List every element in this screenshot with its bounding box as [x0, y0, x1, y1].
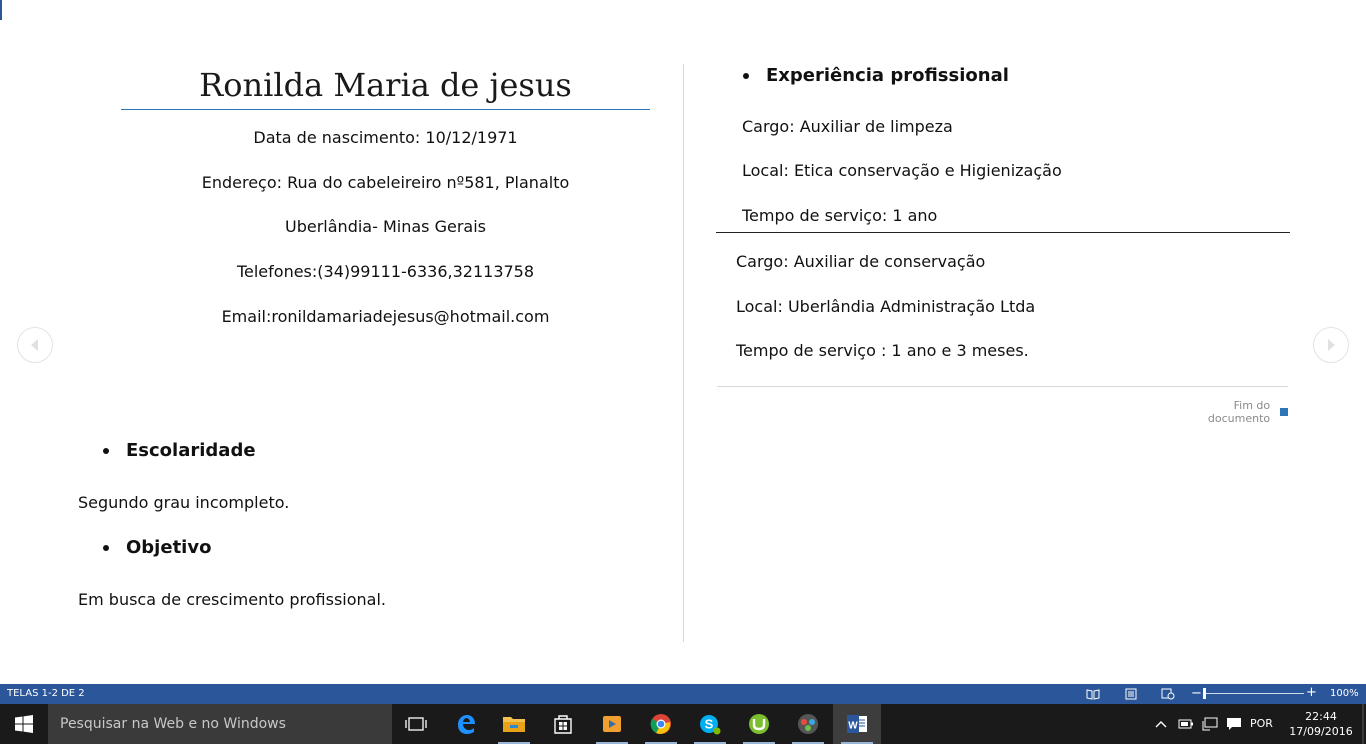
- search-box[interactable]: [48, 704, 392, 744]
- zoom-level[interactable]: 100%: [1330, 688, 1359, 699]
- svg-text:W: W: [848, 721, 858, 732]
- status-bar: TELAS 1-2 DE 2 − + 100%: [0, 684, 1366, 704]
- network-status[interactable]: [1200, 704, 1220, 744]
- message-icon: [1227, 718, 1241, 730]
- city-line: Uberlândia- Minas Gerais: [285, 217, 486, 236]
- media-player-icon: [603, 716, 621, 732]
- zoom-slider-thumb[interactable]: [1203, 688, 1206, 699]
- bullet-icon: [103, 447, 109, 454]
- job1-duration: Tempo de serviço: 1 ano: [742, 206, 938, 225]
- game-app-icon: [798, 714, 818, 734]
- phones-line: Telefones:(34)99111-6336,32113758: [236, 262, 535, 281]
- objective-text: Em busca de crescimento profissional.: [78, 590, 386, 609]
- action-center[interactable]: [1224, 704, 1244, 744]
- taskbar-store[interactable]: [539, 704, 587, 744]
- chevron-left-icon: [31, 339, 38, 351]
- chevron-up-icon: [1155, 721, 1167, 728]
- word-icon: W: [847, 715, 867, 733]
- job2-duration: Tempo de serviço : 1 ano e 3 meses.: [736, 341, 1029, 360]
- resume-name: Ronilda Maria de jesus: [199, 66, 572, 104]
- section-rule: [716, 232, 1290, 233]
- zoom-slider-track[interactable]: [1204, 693, 1304, 694]
- taskbar-game-app[interactable]: [784, 704, 832, 744]
- task-view-icon: [405, 717, 427, 731]
- education-heading: Escolaridade: [103, 440, 256, 461]
- taskbar-chrome[interactable]: [637, 704, 685, 744]
- store-icon: [554, 715, 572, 734]
- battery-status[interactable]: [1176, 704, 1196, 744]
- windows-taskbar: S W POR 22:44 17/09/2016: [0, 704, 1366, 744]
- end-marker-icon: [1280, 408, 1288, 416]
- experience-heading-text: Experiência profissional: [766, 65, 1009, 86]
- page-divider: [683, 64, 684, 642]
- clock-date: 17/09/2016: [1289, 725, 1353, 738]
- end-of-document-label: Fim do documento: [1207, 399, 1271, 425]
- svg-text:S: S: [705, 717, 714, 732]
- objective-heading: Objetivo: [103, 537, 211, 558]
- document-page-1: Ronilda Maria de jesus Data de nasciment…: [60, 60, 680, 650]
- clock-time: 22:44: [1305, 710, 1337, 723]
- edge-icon: [458, 715, 475, 734]
- experience-heading: Experiência profissional: [743, 65, 1009, 86]
- input-language[interactable]: POR: [1250, 717, 1273, 730]
- folder-icon: [503, 717, 525, 732]
- utorrent-icon: [749, 714, 769, 734]
- job1-place: Local: Etica conservação e Higienização: [742, 161, 1062, 180]
- name-underline: [121, 109, 650, 110]
- job2-place: Local: Uberlândia Administração Ltda: [736, 297, 1036, 316]
- address-line: Endereço: Rua do cabeleireiro nº581, Pla…: [201, 173, 570, 192]
- taskbar-utorrent[interactable]: [735, 704, 783, 744]
- birth-date-line: Data de nascimento: 10/12/1971: [253, 128, 518, 147]
- education-text: Segundo grau incompleto.: [78, 493, 290, 512]
- bullet-icon: [743, 72, 749, 79]
- search-input[interactable]: [48, 704, 392, 744]
- web-layout-icon[interactable]: [1161, 688, 1175, 700]
- chrome-icon: [650, 714, 671, 734]
- previous-page-button[interactable]: [17, 327, 53, 363]
- next-page-button[interactable]: [1313, 327, 1349, 363]
- windows-logo-icon: [15, 715, 33, 733]
- print-layout-icon[interactable]: [1124, 688, 1138, 700]
- taskbar-file-explorer[interactable]: [490, 704, 538, 744]
- taskbar-media-player[interactable]: [588, 704, 636, 744]
- end-rule: [717, 386, 1288, 387]
- skype-icon: S: [700, 715, 721, 735]
- job2-role: Cargo: Auxiliar de conservação: [736, 252, 986, 271]
- network-icon: [1202, 717, 1218, 731]
- document-page-2: Experiência profissional Cargo: Auxiliar…: [700, 60, 1300, 440]
- show-hidden-icons[interactable]: [1152, 704, 1170, 744]
- objective-heading-text: Objetivo: [126, 537, 212, 558]
- taskbar-edge[interactable]: [442, 704, 490, 744]
- read-mode-icon[interactable]: [1086, 688, 1100, 700]
- text-cursor: [0, 0, 2, 20]
- zoom-out-button[interactable]: −: [1191, 686, 1202, 701]
- zoom-in-button[interactable]: +: [1306, 685, 1317, 700]
- system-clock[interactable]: 22:44 17/09/2016: [1288, 709, 1354, 739]
- education-heading-text: Escolaridade: [126, 440, 256, 461]
- task-view-button[interactable]: [392, 704, 440, 744]
- end-of-document: Fim do documento: [1170, 399, 1288, 425]
- battery-icon: [1178, 719, 1193, 729]
- taskbar-word[interactable]: W: [833, 704, 881, 744]
- show-desktop-button[interactable]: [1362, 704, 1364, 744]
- chevron-right-icon: [1328, 339, 1335, 351]
- email-line: Email:ronildamariadejesus@hotmail.com: [221, 307, 550, 326]
- job1-role: Cargo: Auxiliar de limpeza: [742, 117, 953, 136]
- taskbar-skype[interactable]: S: [686, 704, 734, 744]
- start-button[interactable]: [0, 704, 48, 744]
- page-count[interactable]: TELAS 1-2 DE 2: [7, 688, 85, 699]
- bullet-icon: [103, 544, 109, 551]
